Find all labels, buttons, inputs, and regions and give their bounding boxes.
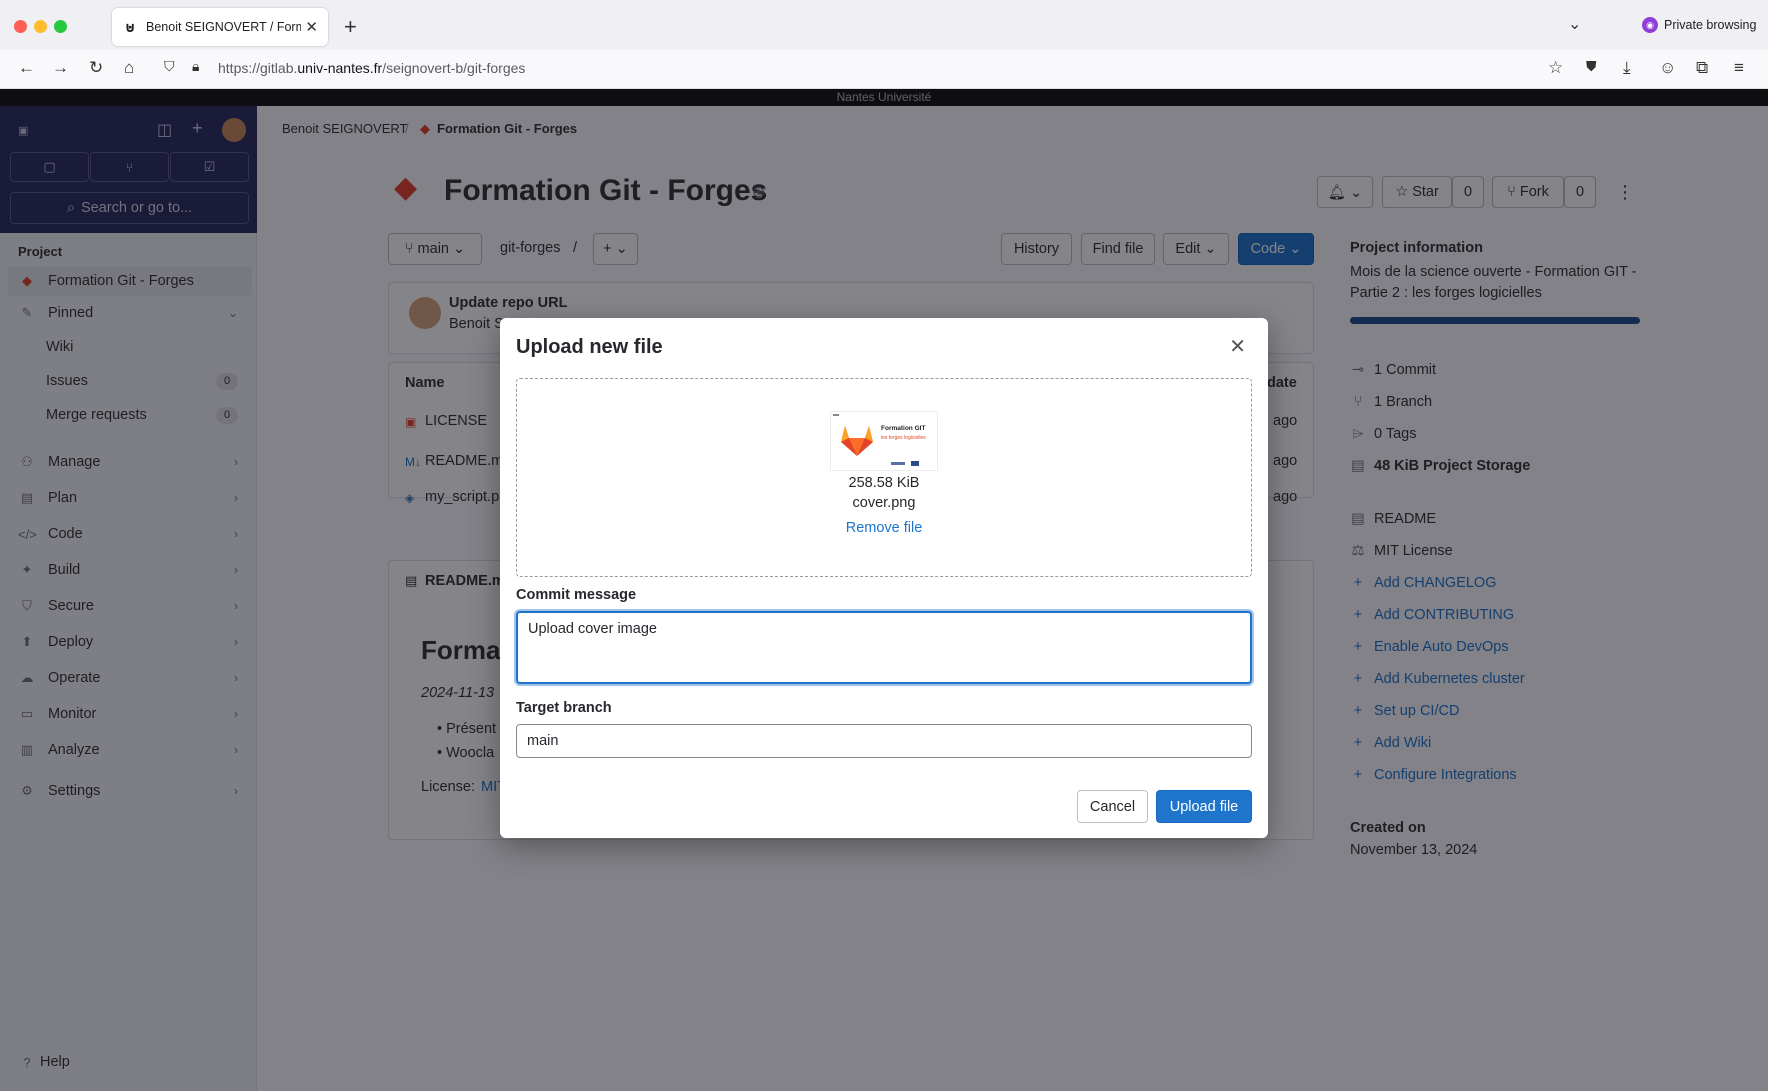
thumbnail-title: Formation GIT [881, 425, 926, 432]
commit-message-label: Commit message [516, 587, 637, 603]
private-mask-icon: ◉ [1642, 17, 1658, 33]
private-browsing-indicator: ◉ Private browsing [1642, 17, 1756, 33]
lock-icon[interactable]: 🔒︎ [192, 58, 199, 75]
upload-file-button[interactable]: Upload file [1156, 790, 1252, 823]
tab-title: Benoit SEIGNOVERT / Formation [146, 20, 302, 34]
file-size: 258.58 KiB [848, 475, 920, 491]
gitlab-logo-icon [833, 414, 919, 466]
account-avatar-icon[interactable]: ☺ [1659, 58, 1676, 78]
url-prefix: https://gitlab. [218, 60, 298, 76]
downloads-icon[interactable]: ⤓ [1623, 58, 1631, 78]
modal-title: Upload new file [516, 336, 663, 358]
back-icon[interactable]: ← [18, 58, 35, 78]
cancel-button[interactable]: Cancel [1077, 790, 1148, 823]
thumbnail-subtitle: les forges logicielles [881, 435, 926, 441]
maximize-window-button[interactable] [54, 20, 67, 33]
forward-icon[interactable]: → [52, 58, 69, 78]
pocket-icon[interactable]: ⛊ [1586, 58, 1597, 75]
remove-file-link[interactable]: Remove file [517, 520, 1251, 536]
url-bar[interactable]: https://gitlab.univ-nantes.fr/seignovert… [218, 60, 525, 76]
upload-file-modal: Upload new file ✕ Formation GIT les forg… [500, 318, 1268, 838]
minimize-window-button[interactable] [34, 20, 47, 33]
url-domain: univ-nantes.fr [297, 60, 383, 76]
home-icon[interactable]: ⌂ [124, 58, 134, 78]
site-favicon-icon: ⊍ [124, 19, 136, 35]
browser-window: ⊍ Benoit SEIGNOVERT / Formation ✕ + ⌄ ◉ … [0, 0, 1768, 1091]
file-dropzone[interactable]: Formation GIT les forges logicielles 258… [516, 378, 1252, 577]
shield-icon[interactable]: ⛉ [164, 58, 175, 75]
file-name: cover.png [852, 495, 916, 511]
bookmark-star-icon[interactable]: ☆ [1548, 58, 1563, 78]
commit-message-input[interactable]: Upload cover image [516, 611, 1252, 684]
close-icon[interactable]: ✕ [1229, 334, 1246, 359]
extensions-icon[interactable]: ⧉ [1696, 58, 1708, 78]
reload-icon[interactable]: ↻ [89, 58, 103, 78]
new-tab-icon[interactable]: + [344, 14, 357, 40]
url-path: /seignovert-b/git-forges [382, 60, 526, 76]
list-tabs-icon[interactable]: ⌄ [1568, 14, 1581, 34]
target-branch-input[interactable] [516, 724, 1252, 758]
tab-strip: ⊍ Benoit SEIGNOVERT / Formation ✕ + ⌄ ◉ … [0, 0, 1768, 50]
close-window-button[interactable] [14, 20, 27, 33]
navigation-bar: ← → ↻ ⌂ ⛉ 🔒︎ https://gitlab.univ-nantes.… [0, 50, 1768, 89]
close-tab-icon[interactable]: ✕ [305, 18, 318, 36]
browser-tab[interactable]: ⊍ Benoit SEIGNOVERT / Formation ✕ [112, 8, 328, 46]
file-preview-thumbnail: Formation GIT les forges logicielles [830, 411, 938, 471]
private-browsing-label: Private browsing [1664, 18, 1757, 32]
menu-icon[interactable]: ≡ [1734, 58, 1744, 78]
target-branch-label: Target branch [516, 700, 612, 716]
